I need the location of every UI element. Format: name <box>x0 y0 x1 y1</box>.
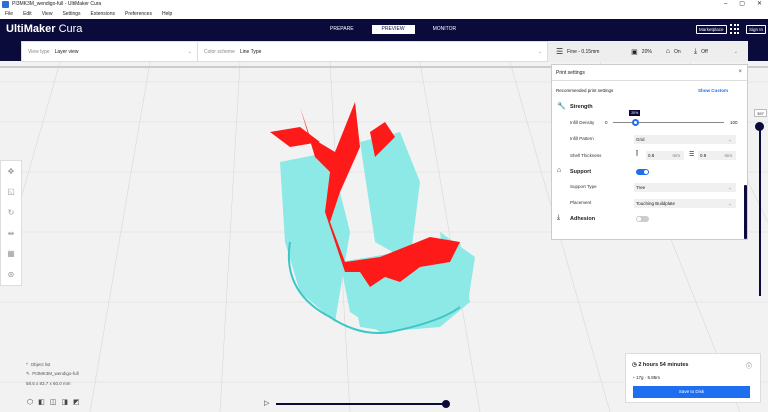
top-bottom-thickness-input[interactable]: 0.8 mm <box>698 151 736 160</box>
menu-file[interactable]: File <box>5 9 13 19</box>
wall-thickness-input[interactable]: 0.8 mm <box>646 151 684 160</box>
mirror-icon[interactable]: ⇹ <box>8 229 15 238</box>
print-settings-panel: Print settings × Recommended print setti… <box>551 64 748 240</box>
panel-title: Print settings <box>552 65 747 81</box>
menu-edit[interactable]: Edit <box>23 9 32 19</box>
apps-grid-icon[interactable] <box>730 24 740 34</box>
chevron-down-icon: ⌄ <box>537 48 542 55</box>
support-icon: ⌂ <box>557 167 562 174</box>
support-placement-select[interactable]: Touching Buildplate ⌄ <box>634 199 736 208</box>
view-toolbar: View type Layer view ⌄ Color scheme Line… <box>21 41 549 62</box>
clock-icon: ◷ <box>632 362 637 368</box>
infill-slider-handle[interactable] <box>631 119 639 126</box>
camera-view-buttons: ⬡ ◧ ◫ ◨ ◩ <box>27 398 80 406</box>
support-blocker-icon[interactable]: ⊛ <box>8 270 15 279</box>
adhesion-toggle[interactable] <box>636 216 649 222</box>
3d-view-icon[interactable]: ⬡ <box>27 398 33 406</box>
play-icon[interactable]: ▷ <box>264 399 269 407</box>
save-to-disk-button[interactable]: Save to Disk <box>633 386 750 398</box>
object-name: PI3MK3M_wendigo-full <box>32 371 79 376</box>
wrench-icon: 🔧 <box>557 103 566 110</box>
layer-slider[interactable] <box>759 126 761 296</box>
left-view-icon[interactable]: ◨ <box>61 398 68 406</box>
simulation-slider[interactable] <box>276 403 446 405</box>
maximize-button[interactable]: ▢ <box>739 0 745 9</box>
menu-settings[interactable]: Settings <box>62 9 80 19</box>
scale-icon[interactable]: ◱ <box>7 187 15 196</box>
spool-icon: ◔ <box>632 375 635 380</box>
window-title: PI3MK3M_wendigo-full - UltiMaker Cura <box>12 1 102 7</box>
infill-value-tooltip: 20% <box>629 110 641 116</box>
front-view-icon[interactable]: ◧ <box>38 398 45 406</box>
marketplace-button[interactable]: Marketplace <box>696 25 727 34</box>
menu-bar: File Edit View Settings Extensions Prefe… <box>0 9 768 19</box>
info-icon[interactable]: ⓘ <box>746 361 752 370</box>
simulation-slider-handle[interactable] <box>442 400 450 408</box>
top-view-icon[interactable]: ◫ <box>50 398 57 406</box>
right-view-icon[interactable]: ◩ <box>73 398 80 406</box>
infill-density-slider[interactable] <box>613 122 724 123</box>
menu-preferences[interactable]: Preferences <box>125 9 152 19</box>
support-icon: ⌂ <box>665 48 671 55</box>
close-window-button[interactable]: ✕ <box>757 0 762 9</box>
adhesion-heading: Adhesion <box>570 216 596 222</box>
minimize-button[interactable]: – <box>724 0 727 9</box>
top-bottom-thickness-icon: ☰ <box>689 152 695 158</box>
print-settings-summary-button[interactable]: ☰ Fine - 0.15mm ▣ 20% ⌂ On ⤓ Off ⌄ <box>548 41 748 62</box>
sliders-icon: ☰ <box>556 47 564 56</box>
menu-help[interactable]: Help <box>162 9 172 19</box>
layer-slider-handle[interactable] <box>755 122 764 131</box>
layer-number-label[interactable]: 397 <box>754 109 767 117</box>
menu-view[interactable]: View <box>42 9 53 19</box>
tab-prepare[interactable]: PREPARE <box>320 25 364 34</box>
color-scheme-select[interactable]: Color scheme Line Type ⌄ <box>198 42 548 61</box>
app-icon <box>2 1 9 8</box>
object-list-toggle[interactable]: ^ Object list <box>26 362 79 367</box>
show-custom-link[interactable]: Show Custom <box>698 86 748 96</box>
print-estimate-panel: ◷ 2 hours 54 minutes ⓘ ◔ 17g · 5.85m Sav… <box>625 353 761 403</box>
menu-extensions[interactable]: Extensions <box>91 9 115 19</box>
infill-pattern-select[interactable]: Grid ⌄ <box>634 135 736 144</box>
panel-scrollbar[interactable] <box>744 185 747 239</box>
rotate-icon[interactable]: ↻ <box>8 208 15 217</box>
support-heading: Support <box>570 169 592 175</box>
chevron-down-icon: ⌄ <box>187 48 192 55</box>
view-type-select[interactable]: View type Layer view ⌄ <box>22 42 198 61</box>
support-type-select[interactable]: Tree ⌄ <box>634 183 736 192</box>
support-toggle[interactable] <box>636 169 649 175</box>
title-bar: PI3MK3M_wendigo-full - UltiMaker Cura – … <box>0 0 768 9</box>
object-info: ^ Object list ✎ PI3MK3M_wendigo-full 58.… <box>26 362 79 390</box>
adhesion-icon: ⤓ <box>694 47 698 55</box>
sign-in-button[interactable]: Sign In <box>746 25 767 34</box>
adhesion-icon: ⤓ <box>557 214 561 221</box>
logo: UltiMaker Cura <box>6 23 83 35</box>
infill-icon: ▣ <box>631 48 638 56</box>
close-icon[interactable]: × <box>738 69 742 75</box>
per-model-settings-icon[interactable]: ▦ <box>7 249 15 258</box>
strength-heading: Strength <box>570 104 593 110</box>
pencil-icon: ✎ <box>26 371 30 376</box>
left-toolbar: ✥ ◱ ↻ ⇹ ▦ ⊛ <box>0 160 22 286</box>
tab-monitor[interactable]: MONITOR <box>423 25 467 34</box>
object-dimensions: 58.5 x 83.7 x 60.0 mm <box>26 381 71 386</box>
move-icon[interactable]: ✥ <box>8 167 15 176</box>
chevron-down-icon: ⌄ <box>733 48 738 55</box>
wall-thickness-icon: ⫿ <box>636 151 638 157</box>
tab-preview[interactable]: PREVIEW <box>371 25 415 34</box>
